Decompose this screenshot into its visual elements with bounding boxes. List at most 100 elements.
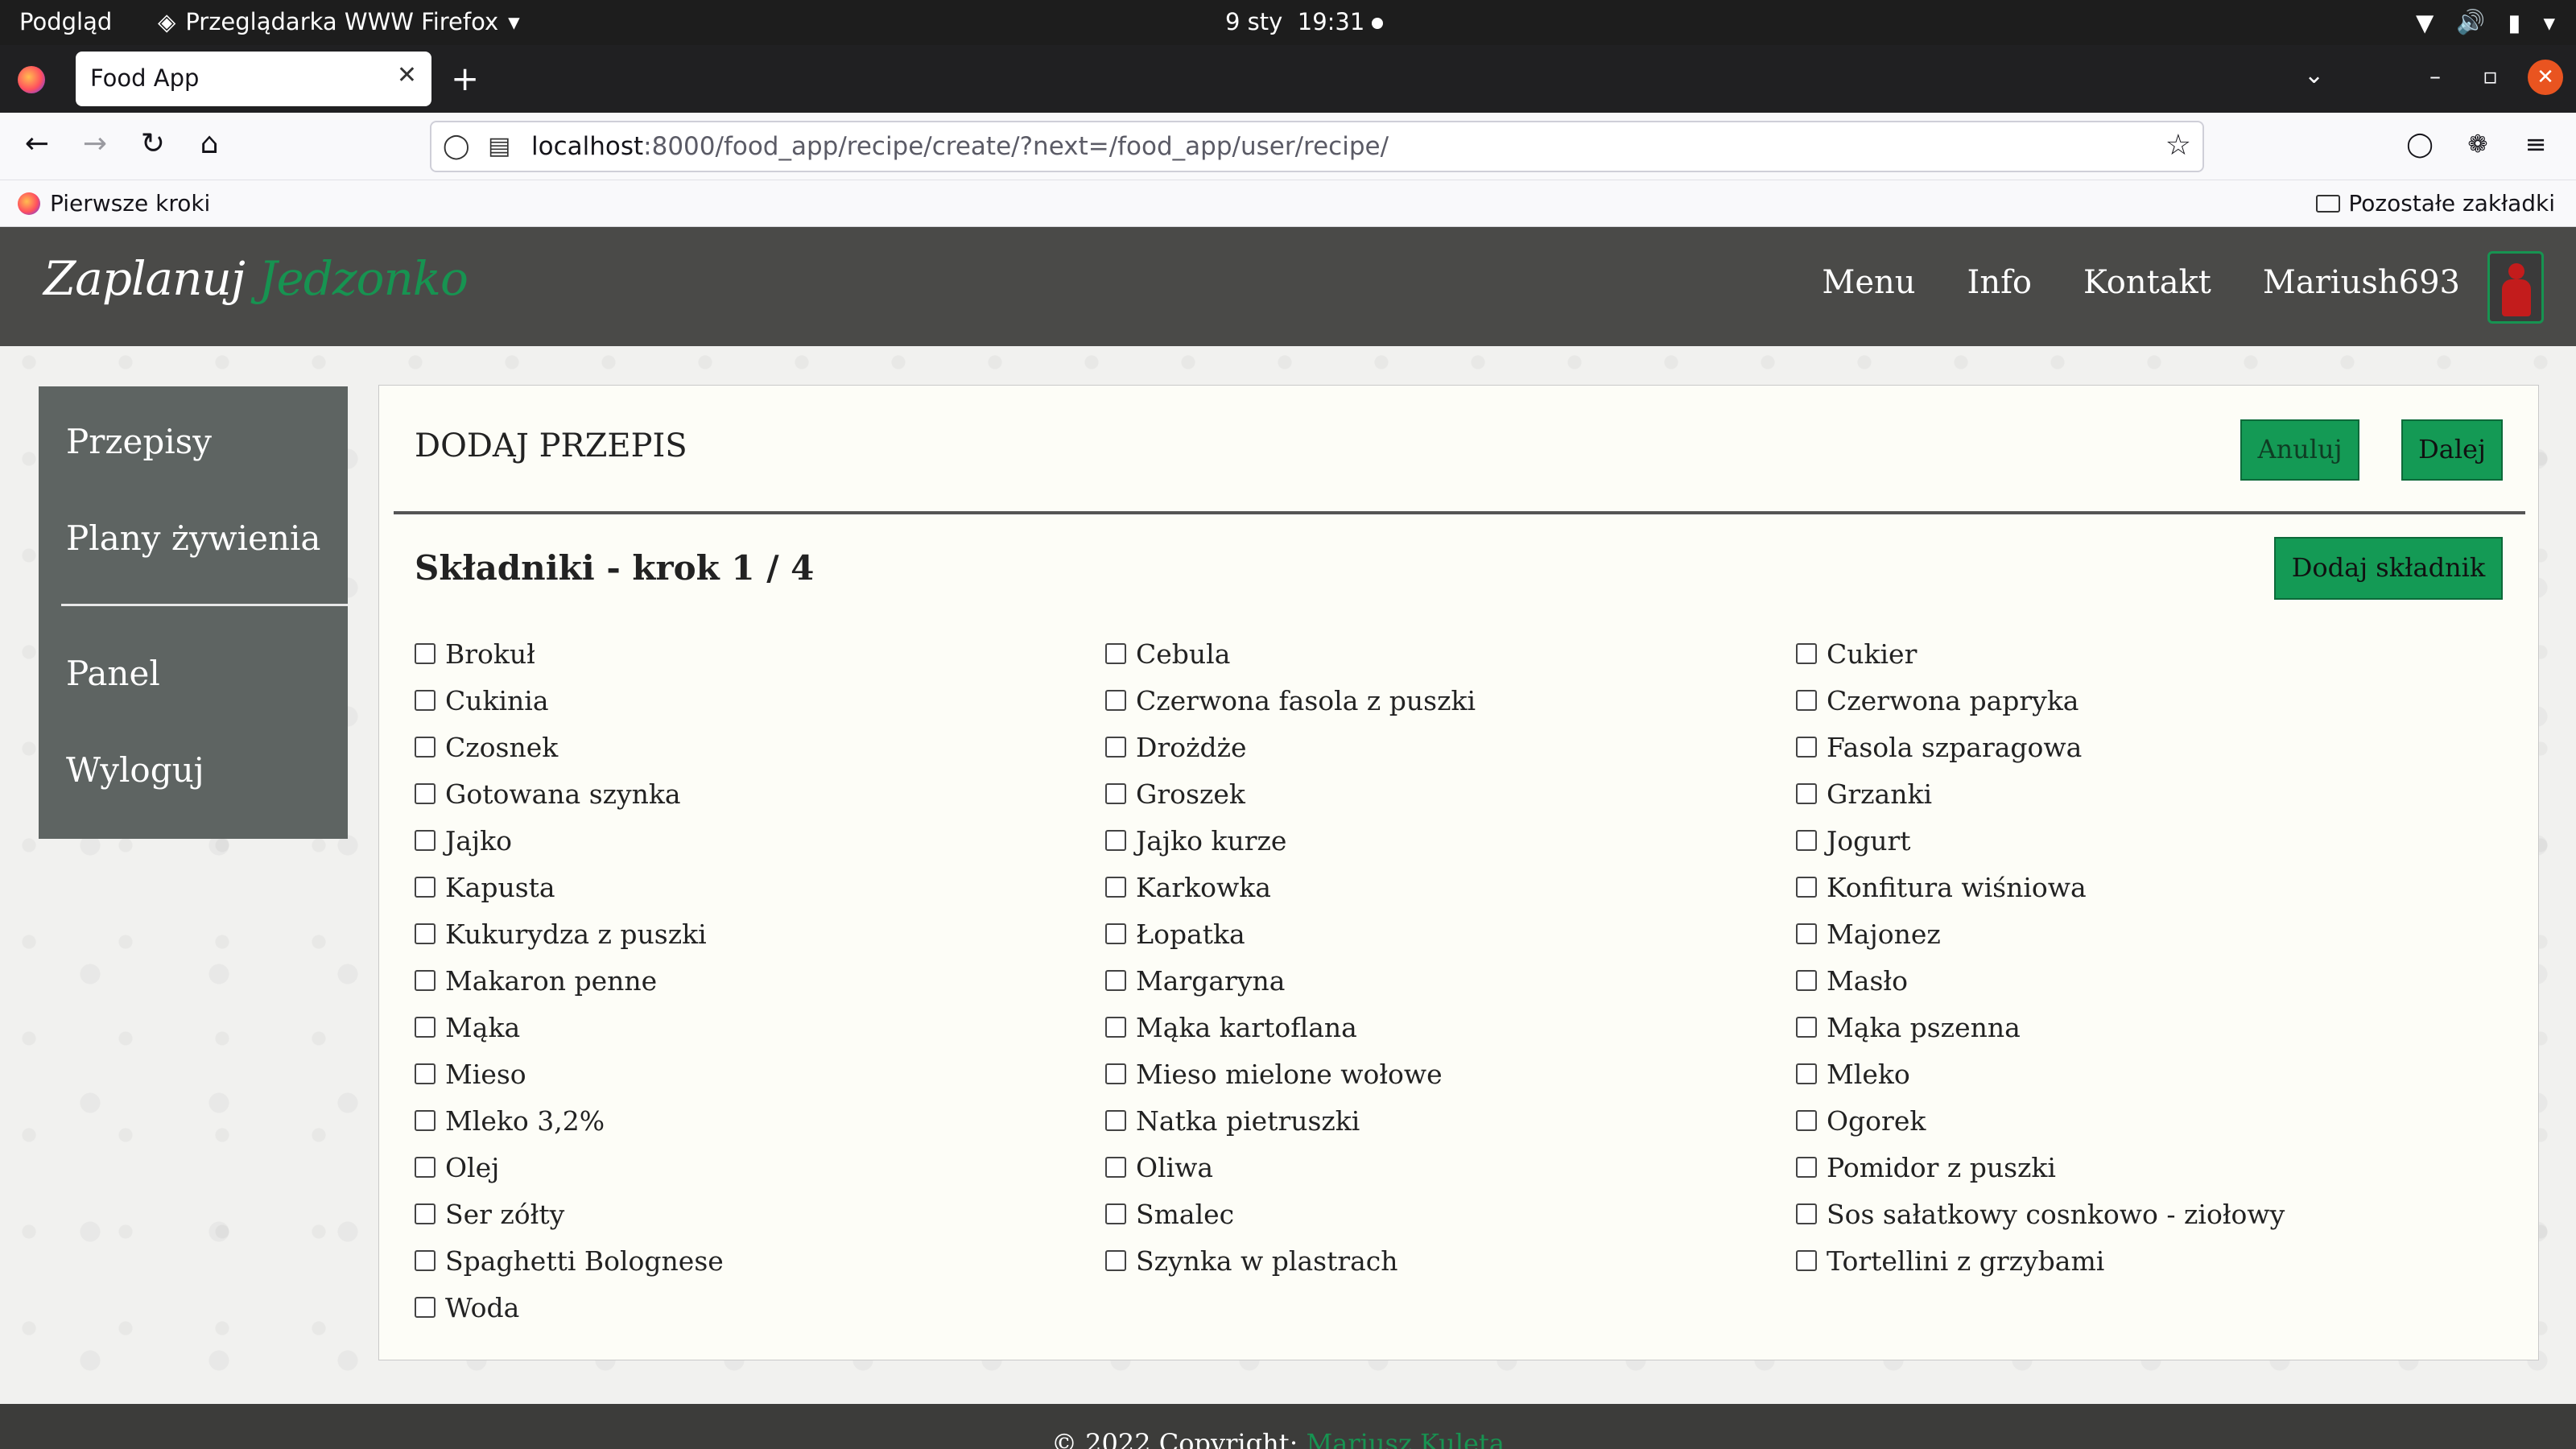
ingredient-item[interactable]: Szynka w plastrach [1105, 1237, 1796, 1284]
ingredient-item[interactable]: Margaryna [1105, 957, 1796, 1004]
ingredient-checkbox[interactable] [415, 923, 436, 944]
ingredient-item[interactable]: Mąka [415, 1004, 1105, 1051]
pocket-icon[interactable]: ◯ [2401, 130, 2439, 159]
site-logo[interactable]: Zaplanuj Jedzonko [43, 251, 469, 306]
page-icon[interactable]: ▤ [488, 132, 510, 160]
ingredient-checkbox[interactable] [415, 1110, 436, 1131]
ingredient-checkbox[interactable] [1105, 830, 1126, 851]
ingredient-item[interactable]: Ogorek [1796, 1097, 2487, 1144]
ingredient-checkbox[interactable] [1105, 643, 1126, 664]
ingredient-checkbox[interactable] [1105, 1250, 1126, 1271]
app-menu[interactable]: ◈ Przeglądarka WWW Firefox ▾ [158, 8, 520, 35]
ingredient-item[interactable]: Woda [415, 1284, 1105, 1331]
ingredient-checkbox[interactable] [415, 783, 436, 804]
ingredient-item[interactable]: Kapusta [415, 864, 1105, 910]
ingredient-item[interactable]: Jogurt [1796, 817, 2487, 864]
ingredient-checkbox[interactable] [415, 1063, 436, 1084]
bookmark-item[interactable]: Pierwsze kroki [18, 190, 210, 217]
ingredient-checkbox[interactable] [1796, 1157, 1817, 1178]
ingredient-checkbox[interactable] [1105, 877, 1126, 898]
ingredient-checkbox[interactable] [1105, 690, 1126, 711]
sidebar-item-wyloguj[interactable]: Wyloguj [66, 750, 204, 790]
ingredient-item[interactable]: Natka pietruszki [1105, 1097, 1796, 1144]
shield-icon[interactable]: ◯ [443, 132, 470, 160]
ingredient-checkbox[interactable] [1796, 1017, 1817, 1038]
ingredient-checkbox[interactable] [1105, 1017, 1126, 1038]
ingredient-checkbox[interactable] [415, 1203, 436, 1224]
activities-button[interactable]: Podgląd [19, 8, 112, 35]
ingredient-checkbox[interactable] [1796, 783, 1817, 804]
ingredient-checkbox[interactable] [415, 970, 436, 991]
add-ingredient-button[interactable]: Dodaj składnik [2274, 537, 2503, 600]
other-bookmarks[interactable]: Pozostałe zakładki [2316, 190, 2555, 217]
ingredient-checkbox[interactable] [1796, 1203, 1817, 1224]
ingredient-checkbox[interactable] [415, 830, 436, 851]
ingredient-item[interactable]: Mleko 3,2% [415, 1097, 1105, 1144]
ingredient-item[interactable]: Smalec [1105, 1191, 1796, 1237]
forward-arrow-icon[interactable]: → [76, 127, 114, 160]
ingredient-checkbox[interactable] [1796, 1250, 1817, 1271]
ingredient-item[interactable]: Makaron penne [415, 957, 1105, 1004]
ingredient-item[interactable]: Spaghetti Bolognese [415, 1237, 1105, 1284]
ingredient-checkbox[interactable] [1796, 923, 1817, 944]
ingredient-item[interactable]: Czosnek [415, 724, 1105, 770]
ingredient-checkbox[interactable] [415, 737, 436, 758]
ingredient-checkbox[interactable] [415, 1250, 436, 1271]
ingredient-item[interactable]: Mąka pszenna [1796, 1004, 2487, 1051]
ingredient-checkbox[interactable] [1105, 1203, 1126, 1224]
ingredient-checkbox[interactable] [415, 690, 436, 711]
clock[interactable]: 9 sty 19:31 [1225, 8, 1364, 35]
ingredient-checkbox[interactable] [415, 1297, 436, 1318]
ingredient-item[interactable]: Majonez [1796, 910, 2487, 957]
ingredient-checkbox[interactable] [415, 877, 436, 898]
ingredient-checkbox[interactable] [1796, 690, 1817, 711]
nav-username[interactable]: Mariush693 [2263, 264, 2460, 301]
list-tabs-icon[interactable]: ⌄ [2304, 61, 2324, 89]
ingredient-checkbox[interactable] [415, 1157, 436, 1178]
back-arrow-icon[interactable]: ← [18, 127, 56, 160]
extension-icon[interactable]: ❁ [2458, 130, 2497, 159]
minimize-icon[interactable]: – [2429, 63, 2441, 89]
ingredient-item[interactable]: Oliwa [1105, 1144, 1796, 1191]
ingredient-item[interactable]: Kukurydza z puszki [415, 910, 1105, 957]
ingredient-checkbox[interactable] [1796, 643, 1817, 664]
ingredient-checkbox[interactable] [1796, 1110, 1817, 1131]
ingredient-checkbox[interactable] [1105, 923, 1126, 944]
ingredient-checkbox[interactable] [1105, 1157, 1126, 1178]
new-tab-button[interactable]: + [451, 56, 479, 101]
ingredient-checkbox[interactable] [1796, 970, 1817, 991]
bookmark-star-icon[interactable]: ☆ [2165, 129, 2191, 162]
ingredient-item[interactable]: Grzanki [1796, 770, 2487, 817]
ingredient-checkbox[interactable] [1796, 1063, 1817, 1084]
address-bar[interactable]: ◯ ▤ localhost:8000/food_app/recipe/creat… [430, 121, 2204, 172]
sidebar-item-panel[interactable]: Panel [66, 654, 160, 693]
cancel-button[interactable]: Anuluj [2240, 419, 2359, 481]
nav-kontakt[interactable]: Kontakt [2083, 264, 2211, 301]
ingredient-checkbox[interactable] [1796, 830, 1817, 851]
ingredient-item[interactable]: Łopatka [1105, 910, 1796, 957]
ingredient-checkbox[interactable] [1105, 970, 1126, 991]
ingredient-checkbox[interactable] [1796, 877, 1817, 898]
ingredient-item[interactable]: Czerwona papryka [1796, 677, 2487, 724]
ingredient-item[interactable]: Mąka kartoflana [1105, 1004, 1796, 1051]
ingredient-item[interactable]: Konfitura wiśniowa [1796, 864, 2487, 910]
ingredient-item[interactable]: Jajko [415, 817, 1105, 864]
hamburger-menu-icon[interactable]: ≡ [2516, 129, 2555, 159]
url-text[interactable]: localhost:8000/food_app/recipe/create/?n… [531, 132, 1389, 161]
restore-icon[interactable]: ▫ [2483, 63, 2498, 89]
ingredient-item[interactable]: Karkowka [1105, 864, 1796, 910]
ingredient-item[interactable]: Masło [1796, 957, 2487, 1004]
ingredient-item[interactable]: Olej [415, 1144, 1105, 1191]
ingredient-item[interactable]: Cukier [1796, 630, 2487, 677]
next-button[interactable]: Dalej [2401, 419, 2503, 481]
close-window-icon[interactable]: ✕ [2528, 60, 2563, 95]
ingredient-checkbox[interactable] [415, 643, 436, 664]
ingredient-item[interactable]: Cebula [1105, 630, 1796, 677]
ingredient-checkbox[interactable] [1105, 1063, 1126, 1084]
author-link[interactable]: Mariusz Kuleta [1307, 1428, 1505, 1449]
ingredient-item[interactable]: Sos sałatkowy cosnkowo - ziołowy [1796, 1191, 2487, 1237]
ingredient-item[interactable]: Drożdże [1105, 724, 1796, 770]
ingredient-item[interactable]: Pomidor z puszki [1796, 1144, 2487, 1191]
ingredient-item[interactable]: Cukinia [415, 677, 1105, 724]
close-tab-icon[interactable]: ✕ [397, 61, 417, 89]
